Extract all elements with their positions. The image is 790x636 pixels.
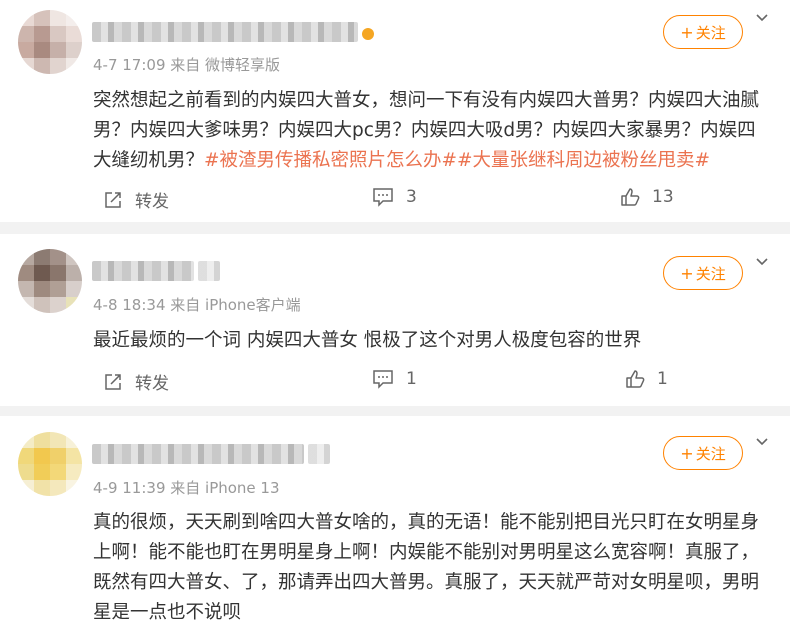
chevron-down-icon[interactable]	[754, 434, 770, 450]
comment-count: 3	[406, 187, 417, 207]
avatar[interactable]	[18, 432, 82, 496]
like-count: 13	[652, 187, 674, 207]
post-text: 真的很烦，天天刷到啥四大普女啥的，真的无语！能不能别把目光只盯在女明星身上啊！能…	[93, 508, 769, 628]
follow-button[interactable]: + 关注	[663, 256, 743, 290]
comment-count: 1	[406, 369, 417, 389]
username-extra	[198, 261, 220, 281]
post-card: 4-8 18:34 来自 iPhone客户端 + 关注 最近最烦的一个词 内娱四…	[0, 234, 790, 406]
plus-icon: +	[680, 22, 694, 42]
avatar[interactable]	[18, 10, 82, 74]
post-text: 最近最烦的一个词 内娱四大普女 恨极了这个对男人极度包容的世界	[93, 326, 769, 356]
post-card: 4-7 17:09 来自 微博轻享版 + 关注 突然想起之前看到的内娱四大普女，…	[0, 0, 790, 222]
forward-label: 转发	[135, 192, 169, 212]
comment-icon	[373, 370, 393, 389]
thumbs-up-icon	[626, 370, 645, 388]
forward-label: 转发	[135, 374, 169, 394]
forward-button[interactable]: 转发	[103, 369, 169, 394]
forward-button[interactable]: 转发	[103, 187, 169, 212]
topic-links[interactable]: #被渣男传播私密照片怎么办##大量张继科周边被粉丝甩卖#	[204, 150, 710, 171]
thumbs-up-icon	[621, 188, 640, 206]
follow-button[interactable]: + 关注	[663, 436, 743, 470]
username[interactable]	[92, 22, 358, 42]
action-bar: 转发 1 1	[0, 365, 790, 395]
username-extra	[308, 444, 330, 464]
share-icon	[105, 191, 121, 208]
follow-label: 关注	[695, 264, 726, 283]
verified-badge-icon	[362, 28, 374, 40]
like-button[interactable]: 1	[625, 369, 668, 389]
comment-button[interactable]: 3	[372, 187, 417, 207]
post-body: 真的很烦，天天刷到啥四大普女啥的，真的无语！能不能别把目光只盯在女明星身上啊！能…	[93, 512, 760, 623]
plus-icon: +	[680, 443, 694, 463]
like-count: 1	[657, 369, 668, 389]
username[interactable]	[92, 261, 194, 281]
follow-label: 关注	[695, 444, 726, 463]
like-button[interactable]: 13	[620, 187, 674, 207]
post-body: 最近最烦的一个词 内娱四大普女 恨极了这个对男人极度包容的世界	[93, 330, 642, 351]
share-icon	[105, 373, 121, 390]
comment-icon	[373, 188, 393, 207]
chevron-down-icon[interactable]	[754, 254, 770, 270]
post-meta: 4-8 18:34 来自 iPhone客户端	[93, 296, 301, 314]
comment-button[interactable]: 1	[372, 369, 417, 389]
follow-label: 关注	[695, 23, 726, 42]
avatar[interactable]	[18, 249, 82, 313]
plus-icon: +	[680, 263, 694, 283]
post-card: 4-9 11:39 来自 iPhone 13 + 关注 真的很烦，天天刷到啥四大…	[0, 416, 790, 636]
action-bar: 转发 3 13	[0, 183, 790, 213]
follow-button[interactable]: + 关注	[663, 15, 743, 49]
username[interactable]	[92, 444, 304, 464]
post-meta: 4-9 11:39 来自 iPhone 13	[93, 479, 280, 497]
chevron-down-icon[interactable]	[754, 10, 770, 26]
post-meta: 4-7 17:09 来自 微博轻享版	[93, 56, 281, 74]
post-text: 突然想起之前看到的内娱四大普女，想问一下有没有内娱四大普男？内娱四大油腻男？内娱…	[93, 86, 769, 176]
